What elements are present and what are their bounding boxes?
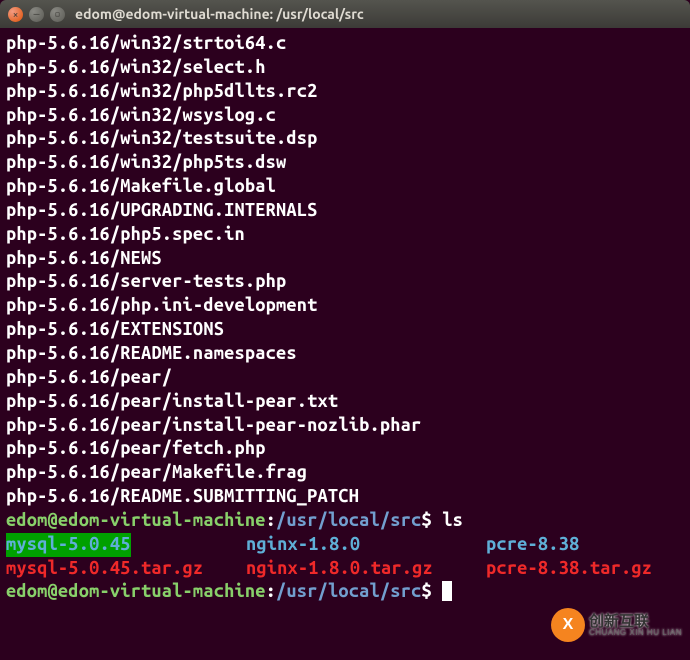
output-line: php-5.6.16/EXTENSIONS xyxy=(6,318,684,342)
ls-archive: mysql-5.0.45.tar.gz xyxy=(6,558,203,578)
output-line: php-5.6.16/pear/ xyxy=(6,366,684,390)
output-line: php-5.6.16/win32/strtoi64.c xyxy=(6,32,684,56)
output-line: php-5.6.16/win32/select.h xyxy=(6,56,684,80)
prompt-user-host: edom@edom-virtual-machine xyxy=(6,581,266,601)
prompt-user-host: edom@edom-virtual-machine xyxy=(6,510,266,530)
ls-directory: mysql-5.0.45 xyxy=(6,533,131,557)
ls-row: mysql-5.0.45 nginx-1.8.0 pcre-8.38 xyxy=(6,533,684,557)
window-titlebar: × ‒ ▫ edom@edom-virtual-machine: /usr/lo… xyxy=(0,0,690,28)
output-line: php-5.6.16/pear/fetch.php xyxy=(6,437,684,461)
output-line: php-5.6.16/Makefile.global xyxy=(6,175,684,199)
window-controls: × ‒ ▫ xyxy=(8,7,65,22)
prompt-path: /usr/local/src xyxy=(276,510,421,530)
prompt-separator: : xyxy=(266,510,276,530)
output-line: php-5.6.16/pear/install-pear-nozlib.phar xyxy=(6,414,684,438)
ls-row: mysql-5.0.45.tar.gz nginx-1.8.0.tar.gz p… xyxy=(6,557,684,581)
output-line: php-5.6.16/pear/Makefile.frag xyxy=(6,461,684,485)
minimize-icon[interactable]: ‒ xyxy=(29,7,44,22)
output-line: php-5.6.16/win32/php5ts.dsw xyxy=(6,151,684,175)
cursor-icon xyxy=(442,581,452,601)
window-title: edom@edom-virtual-machine: /usr/local/sr… xyxy=(75,6,364,22)
ls-archive: pcre-8.38.tar.gz xyxy=(486,558,652,578)
output-line: php-5.6.16/NEWS xyxy=(6,247,684,271)
prompt-dollar: $ xyxy=(421,510,431,530)
output-line: php-5.6.16/php.ini-development xyxy=(6,294,684,318)
prompt-separator: : xyxy=(266,581,276,601)
close-icon[interactable]: × xyxy=(8,7,23,22)
output-line: php-5.6.16/README.SUBMITTING_PATCH xyxy=(6,485,684,509)
output-line: php-5.6.16/win32/testsuite.dsp xyxy=(6,127,684,151)
command-text: ls xyxy=(442,510,463,530)
output-line: php-5.6.16/win32/php5dllts.rc2 xyxy=(6,80,684,104)
output-line: php-5.6.16/win32/wsyslog.c xyxy=(6,104,684,128)
output-line: php-5.6.16/pear/install-pear.txt xyxy=(6,390,684,414)
output-line: php-5.6.16/UPGRADING.INTERNALS xyxy=(6,199,684,223)
output-line: php-5.6.16/php5.spec.in xyxy=(6,223,684,247)
output-line: php-5.6.16/server-tests.php xyxy=(6,270,684,294)
terminal-body[interactable]: php-5.6.16/win32/strtoi64.c php-5.6.16/w… xyxy=(0,28,690,660)
prompt-dollar: $ xyxy=(421,581,431,601)
maximize-icon[interactable]: ▫ xyxy=(50,7,65,22)
ls-directory: pcre-8.38 xyxy=(486,534,579,554)
prompt-path: /usr/local/src xyxy=(276,581,421,601)
ls-archive: nginx-1.8.0.tar.gz xyxy=(246,558,433,578)
ls-directory: nginx-1.8.0 xyxy=(246,534,360,554)
prompt-line: edom@edom-virtual-machine:/usr/local/src… xyxy=(6,509,684,533)
output-line: php-5.6.16/README.namespaces xyxy=(6,342,684,366)
prompt-line: edom@edom-virtual-machine:/usr/local/src… xyxy=(6,580,684,604)
